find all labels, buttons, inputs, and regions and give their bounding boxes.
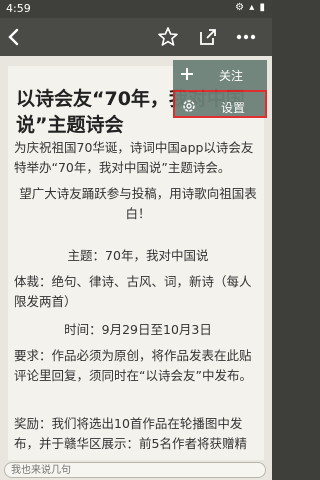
status-icons: ⚙ ▴ ▮ bbox=[235, 2, 266, 13]
post-paragraph: 奖励：我们将选出10首作品在轮播图中发布，并于赣华区展示：前5名作者将获赠精 bbox=[14, 416, 247, 451]
reply-bar bbox=[0, 460, 272, 480]
menu-item-settings[interactable]: 设置 bbox=[173, 90, 267, 118]
gear-icon bbox=[183, 100, 195, 112]
toolbar bbox=[0, 18, 272, 56]
share-icon[interactable] bbox=[196, 25, 220, 49]
post-paragraph: 时间：9月29日至10月3日 bbox=[64, 322, 212, 337]
status-time: 4:59 bbox=[6, 2, 31, 15]
menu-item-label: 关注 bbox=[219, 69, 244, 83]
back-arrow-icon[interactable] bbox=[2, 25, 26, 49]
post-paragraph: 体裁：绝句、律诗、古风、词，新诗（每人限发两首） bbox=[14, 274, 252, 309]
post-paragraph: 为庆祝祖国70华诞，诗词中国app以诗会友特举办“70年，我对中国说”主题诗会。 bbox=[14, 140, 254, 175]
post-card: 以诗会友“70年，我对中国说”主题诗会 为庆祝祖国70华诞，诗词中国app以诗会… bbox=[8, 66, 264, 460]
plus-icon bbox=[181, 68, 193, 80]
status-bar: 4:59 ⚙ ▴ ▮ bbox=[0, 0, 272, 18]
post-paragraph: 要求：作品必须为原创，将作品发表在此贴评论里回复，须同时在“以诗会友”中发布。 bbox=[14, 348, 252, 383]
reply-input[interactable] bbox=[4, 462, 266, 478]
star-icon[interactable] bbox=[156, 25, 180, 49]
post-paragraph: 望广大诗友踊跃参与投稿，用诗歌向祖国表白！ bbox=[19, 186, 257, 221]
post-paragraph: 主题：70年，我对中国说 bbox=[67, 248, 209, 263]
overflow-menu: 关注 设置 bbox=[173, 60, 267, 118]
menu-item-follow[interactable]: 关注 bbox=[173, 60, 267, 88]
menu-item-label: 设置 bbox=[221, 101, 246, 115]
more-icon[interactable] bbox=[234, 25, 258, 49]
